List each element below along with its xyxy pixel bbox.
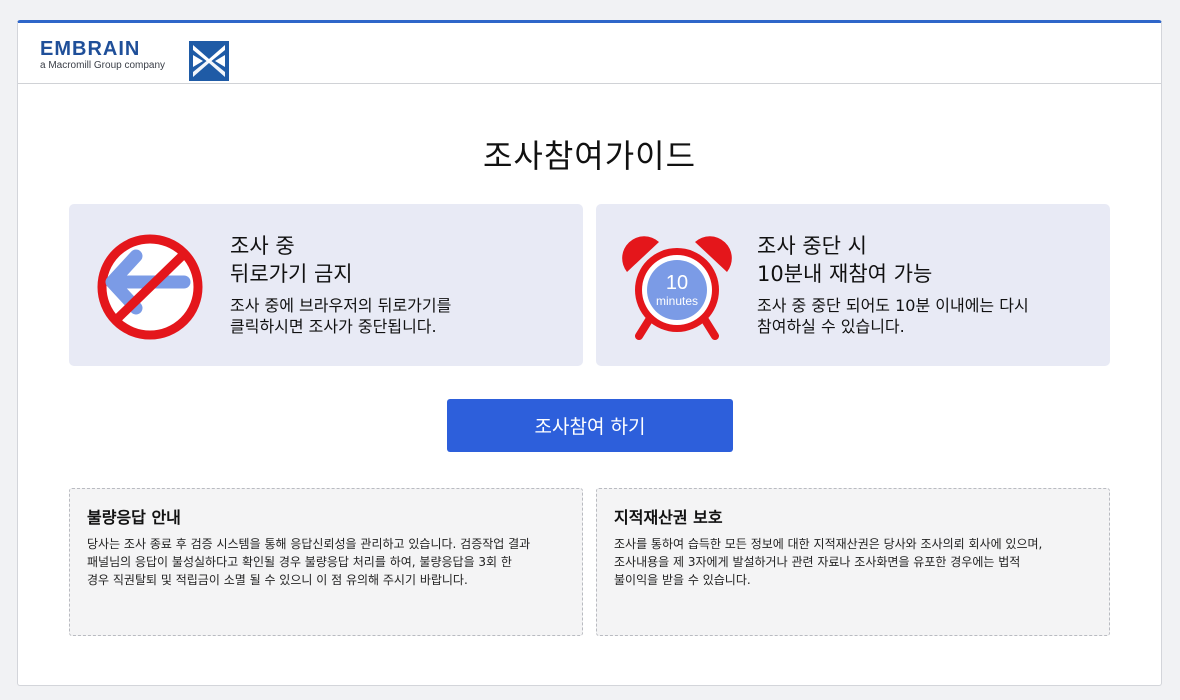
join-survey-button[interactable]: 조사참여 하기 (447, 399, 733, 452)
brand-tagline: a Macromill Group company (40, 60, 166, 71)
notice-text-line1: 조사를 통하여 습득한 모든 정보에 대한 지적재산권은 당사와 조사의뢰 회사… (614, 537, 1043, 551)
embrain-mark-icon (189, 41, 229, 81)
card-heading-line1: 조사 중 (230, 234, 295, 258)
alarm-clock-icon: 10 minutes (622, 236, 732, 340)
notice-bad-response: 불량응답 안내 당사는 조사 종료 후 검증 시스템을 통해 응답신뢰성을 관리… (69, 488, 583, 636)
notice-text-line3: 경우 직권탈퇴 및 적립금이 소멸 될 수 있으니 이 점 유의해 주시기 바랍… (87, 573, 468, 587)
page-title: 조사참여가이드 (482, 137, 697, 175)
card-description-line2: 참여하실 수 있습니다. (757, 317, 905, 336)
brand-logo-text: EMBRAIN (40, 38, 141, 60)
notice-text-line3: 불이익을 받을 수 있습니다. (614, 573, 751, 587)
card-description-line2: 클릭하시면 조사가 중단됩니다. (230, 317, 437, 336)
notice-ip-protection: 지적재산권 보호 조사를 통하여 습득한 모든 정보에 대한 지적재산권은 당사… (596, 488, 1110, 636)
page-frame: EMBRAIN a Macromill Group company 조사참여가이… (17, 20, 1162, 686)
clock-number: 10 (666, 272, 688, 294)
clock-unit: minutes (656, 294, 698, 308)
card-heading-line2: 10분내 재참여 가능 (757, 262, 933, 286)
notice-title: 불량응답 안내 (87, 508, 181, 527)
notice-text-line2: 패널님의 응답이 불성실하다고 확인될 경우 불량응답 처리를 하여, 불량응답… (87, 555, 512, 569)
card-description-line1: 조사 중 중단 되어도 10분 이내에는 다시 (757, 296, 1029, 315)
card-description-line1: 조사 중에 브라우저의 뒤로가기를 (230, 296, 452, 315)
notice-text-line2: 조사내용을 제 3자에게 발설하거나 관련 자료나 조사화면을 유포한 경우에는… (614, 555, 1021, 569)
guide-card-no-back: 조사 중 뒤로가기 금지 조사 중에 브라우저의 뒤로가기를 클릭하시면 조사가… (69, 204, 583, 366)
notice-text-line1: 당사는 조사 종료 후 검증 시스템을 통해 응답신뢰성을 관리하고 있습니다.… (87, 537, 531, 551)
header: EMBRAIN a Macromill Group company (18, 23, 1161, 84)
notice-title: 지적재산권 보호 (614, 508, 723, 527)
guide-card-rejoin: 10 minutes 조사 중단 시 10분내 재참여 가능 조사 중 중단 되… (596, 204, 1110, 366)
card-heading-line1: 조사 중단 시 (757, 234, 867, 258)
no-back-arrow-icon (97, 234, 203, 340)
card-heading-line2: 뒤로가기 금지 (230, 262, 353, 286)
